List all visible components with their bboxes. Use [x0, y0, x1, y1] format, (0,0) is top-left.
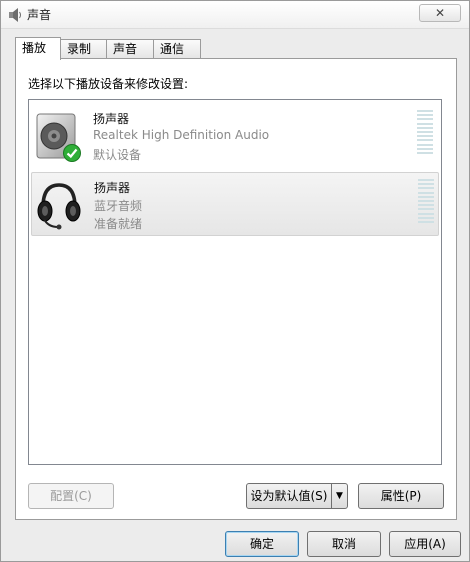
device-status: 准备就绪	[94, 217, 143, 231]
ok-button[interactable]: 确定	[225, 531, 299, 557]
apply-button[interactable]: 应用(A)	[389, 531, 461, 557]
tab-sounds[interactable]: 声音	[106, 39, 154, 60]
headset-icon	[37, 183, 81, 230]
device-item-speaker-realtek[interactable]: 扬声器 Realtek High Definition Audio 默认设备	[31, 104, 439, 168]
check-icon	[63, 144, 81, 162]
speaker-small-icon	[9, 8, 21, 22]
device-name: 扬声器	[94, 181, 131, 195]
tab-playback[interactable]: 播放	[15, 37, 61, 60]
set-default-button[interactable]: 设为默认值(S)	[246, 483, 332, 509]
device-description: Realtek High Definition Audio	[93, 128, 270, 142]
properties-button[interactable]: 属性(P)	[358, 483, 444, 509]
configure-button[interactable]: 配置(C)	[28, 483, 114, 509]
device-name: 扬声器	[93, 112, 130, 126]
device-description: 蓝牙音频	[94, 199, 143, 213]
volume-meter	[418, 179, 434, 223]
cancel-button[interactable]: 取消	[307, 531, 381, 557]
close-button[interactable]: ✕	[419, 4, 461, 22]
tab-recording[interactable]: 录制	[60, 39, 107, 60]
instruction-text: 选择以下播放设备来修改设置:	[28, 77, 189, 91]
tab-strip: 播放 录制 声音 通信	[15, 37, 201, 60]
volume-meter	[417, 110, 433, 154]
device-item-speaker-bluetooth[interactable]: 扬声器 蓝牙音频 准备就绪	[31, 172, 439, 236]
device-status: 默认设备	[93, 148, 142, 162]
title-bar: 声音 ✕	[1, 1, 469, 29]
chevron-down-icon: ▼	[336, 491, 343, 501]
window-title: 声音	[27, 8, 52, 22]
sound-dialog: 声音 ✕ 播放 录制 声音 通信 选择以下播放设备来修改设置: 扬声器 Real…	[0, 0, 470, 562]
playback-panel: 选择以下播放设备来修改设置: 扬声器 Realtek High Definiti…	[15, 58, 457, 520]
tab-communications[interactable]: 通信	[153, 39, 201, 60]
set-default-dropdown[interactable]: ▼	[331, 483, 348, 509]
device-list: 扬声器 Realtek High Definition Audio 默认设备 扬…	[28, 99, 442, 465]
